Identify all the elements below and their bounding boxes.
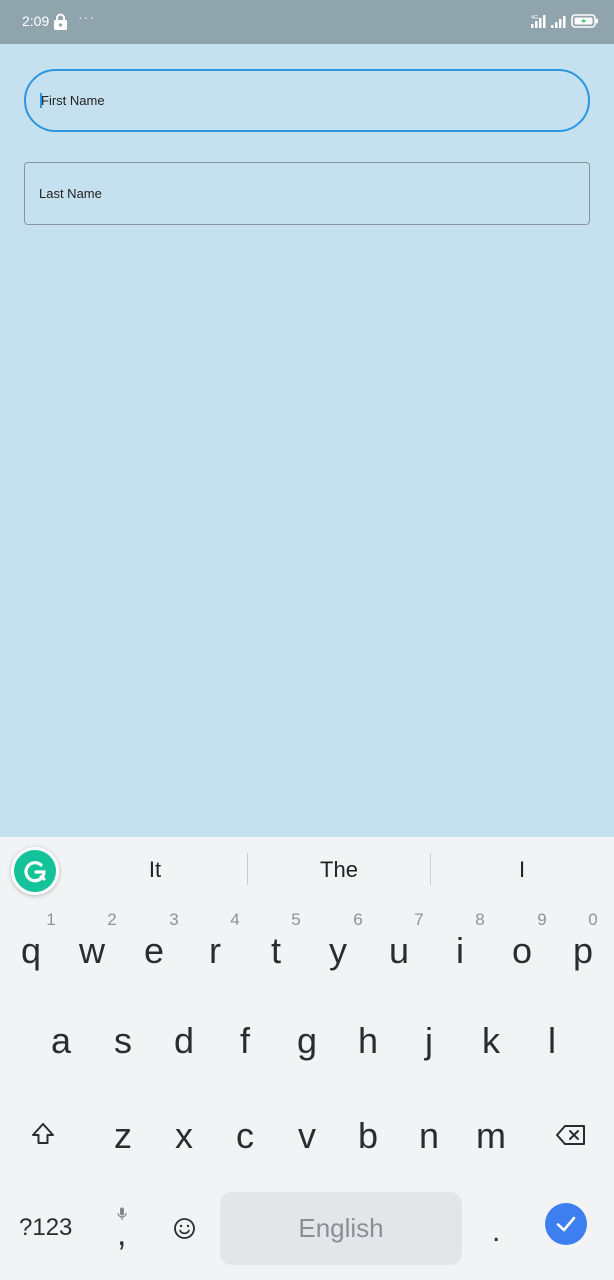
grammarly-icon bbox=[24, 861, 46, 883]
key-letter: g bbox=[296, 1020, 318, 1061]
key-letter: a bbox=[50, 1020, 72, 1061]
key-letter: u bbox=[388, 930, 410, 971]
shift-icon bbox=[32, 1123, 54, 1144]
soft-keyboard: It The I 1 q 2 w 3 e 4 r 5 t 6 y 7 u 8 i… bbox=[0, 837, 614, 1280]
key-q[interactable]: 1 q bbox=[1, 910, 61, 980]
battery-icon bbox=[571, 14, 598, 28]
key-z[interactable]: z bbox=[93, 1115, 153, 1185]
key-letter: x bbox=[175, 1115, 193, 1156]
key-f[interactable]: f bbox=[215, 1020, 275, 1090]
suggestion-divider bbox=[430, 853, 431, 885]
key-letter: d bbox=[173, 1020, 195, 1061]
key-g[interactable]: g bbox=[277, 1020, 337, 1090]
emoji-icon[interactable] bbox=[173, 1217, 196, 1240]
key-x[interactable]: x bbox=[154, 1115, 214, 1185]
key-letter: p bbox=[572, 930, 594, 971]
svg-text:4G: 4G bbox=[531, 15, 538, 21]
symbols-key[interactable]: ?123 bbox=[19, 1214, 72, 1242]
key-n[interactable]: n bbox=[399, 1115, 459, 1185]
lock-icon bbox=[54, 13, 67, 30]
key-e[interactable]: 3 e bbox=[124, 910, 184, 980]
backspace-icon bbox=[556, 1125, 585, 1145]
comma-key[interactable]: , bbox=[102, 1207, 142, 1257]
period-key[interactable]: . bbox=[492, 1215, 500, 1249]
key-m[interactable]: m bbox=[461, 1115, 521, 1185]
key-letter: r bbox=[209, 930, 221, 971]
suggestion-1[interactable]: It bbox=[95, 857, 215, 883]
key-letter: v bbox=[298, 1115, 316, 1156]
signal-icon: 4G bbox=[531, 15, 546, 28]
key-letter: i bbox=[456, 930, 464, 971]
key-letter: c bbox=[236, 1115, 254, 1156]
key-letter: q bbox=[20, 930, 42, 971]
key-letter: s bbox=[114, 1020, 132, 1061]
key-c[interactable]: c bbox=[215, 1115, 275, 1185]
first-name-placeholder: First Name bbox=[41, 93, 105, 108]
key-r[interactable]: 4 r bbox=[185, 910, 245, 980]
key-p[interactable]: 0 p bbox=[553, 910, 613, 980]
suggestion-3[interactable]: I bbox=[462, 857, 582, 883]
key-b[interactable]: b bbox=[338, 1115, 398, 1185]
check-icon bbox=[556, 1216, 576, 1232]
key-letter: y bbox=[329, 930, 347, 971]
space-bar[interactable]: English bbox=[220, 1192, 462, 1265]
key-letter: n bbox=[418, 1115, 440, 1156]
shift-key[interactable] bbox=[13, 1115, 73, 1185]
last-name-placeholder: Last Name bbox=[39, 186, 102, 201]
key-letter: l bbox=[548, 1020, 556, 1061]
space-label: English bbox=[298, 1213, 384, 1243]
first-name-input[interactable]: First Name bbox=[40, 71, 105, 130]
key-o[interactable]: 9 o bbox=[492, 910, 552, 980]
key-a[interactable]: a bbox=[31, 1020, 91, 1090]
key-letter: e bbox=[143, 930, 165, 971]
key-j[interactable]: j bbox=[399, 1020, 459, 1090]
key-l[interactable]: l bbox=[522, 1020, 582, 1090]
key-i[interactable]: 8 i bbox=[430, 910, 490, 980]
overflow-dots: ··· bbox=[78, 9, 95, 25]
signal-icon bbox=[551, 16, 566, 28]
done-button[interactable] bbox=[545, 1203, 587, 1245]
key-t[interactable]: 5 t bbox=[246, 910, 306, 980]
status-bar: 2:09 ··· 4G bbox=[0, 0, 614, 44]
key-d[interactable]: d bbox=[154, 1020, 214, 1090]
key-letter: o bbox=[511, 930, 533, 971]
key-letter: h bbox=[357, 1020, 379, 1061]
key-letter: t bbox=[270, 930, 281, 971]
key-letter: j bbox=[425, 1020, 433, 1061]
last-name-input[interactable]: Last Name bbox=[39, 163, 102, 224]
suggestion-divider bbox=[247, 853, 248, 885]
key-letter: k bbox=[482, 1020, 500, 1061]
key-v[interactable]: v bbox=[277, 1115, 337, 1185]
key-letter: b bbox=[357, 1115, 379, 1156]
key-u[interactable]: 7 u bbox=[369, 910, 429, 980]
key-hint: 0 bbox=[588, 910, 598, 929]
first-name-field[interactable]: First Name bbox=[24, 69, 590, 132]
grammarly-button[interactable] bbox=[11, 847, 59, 895]
last-name-field[interactable]: Last Name bbox=[24, 162, 590, 225]
key-k[interactable]: k bbox=[461, 1020, 521, 1090]
comma-label: , bbox=[117, 1215, 127, 1253]
key-s[interactable]: s bbox=[93, 1020, 153, 1090]
key-letter: f bbox=[239, 1020, 250, 1061]
key-w[interactable]: 2 w bbox=[62, 910, 122, 980]
key-y[interactable]: 6 y bbox=[308, 910, 368, 980]
key-letter: z bbox=[114, 1115, 132, 1156]
key-letter: m bbox=[476, 1115, 506, 1156]
app-content: First Name Last Name bbox=[0, 44, 614, 837]
key-letter: w bbox=[79, 930, 105, 971]
backspace-key[interactable] bbox=[541, 1115, 601, 1185]
suggestion-2[interactable]: The bbox=[279, 857, 399, 883]
status-time: 2:09 bbox=[22, 13, 50, 29]
key-h[interactable]: h bbox=[338, 1020, 398, 1090]
